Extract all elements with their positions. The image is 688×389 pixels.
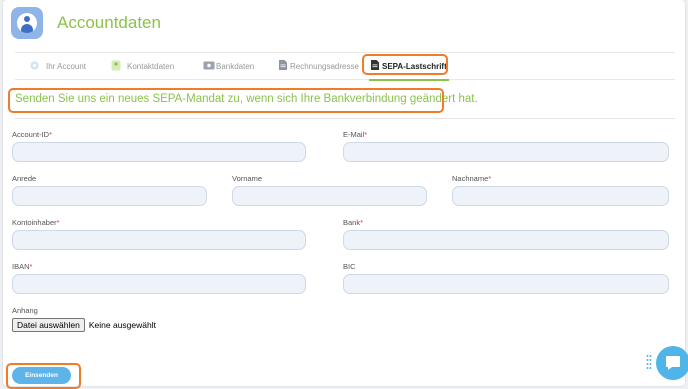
page-header: Accountdaten [11, 6, 161, 40]
document-icon [279, 60, 287, 72]
anrede-field[interactable] [12, 186, 207, 206]
tab-bar: Ihr Account Kontaktdaten Bankdaten Rechn… [15, 52, 675, 81]
email-label: E-Mail* [343, 130, 368, 139]
chat-icon[interactable] [656, 346, 688, 380]
anrede-label: Anrede [12, 174, 37, 183]
highlight-outline-submit [6, 363, 81, 389]
nachname-label: Nachname* [452, 174, 492, 183]
file-upload: Datei auswählen Keine ausgewählt [12, 318, 156, 332]
account-id-field[interactable] [12, 142, 306, 162]
iban-field[interactable] [12, 274, 306, 294]
kontoinhaber-field[interactable] [12, 230, 306, 250]
tab-label: Rechnungsadresse [290, 61, 359, 71]
kontoinhaber-label: Kontoinhaber* [12, 218, 60, 227]
tab-rechnungsadresse[interactable]: Rechnungsadresse [279, 53, 359, 79]
highlight-outline-info [8, 88, 444, 113]
gear-icon [29, 60, 40, 73]
bank-field[interactable] [343, 230, 669, 250]
iban-label: IBAN* [12, 262, 33, 271]
file-status: Keine ausgewählt [88, 320, 156, 330]
active-tab-underline [369, 79, 449, 81]
account-id-label: Account-ID* [12, 130, 53, 139]
tab-kontaktdaten[interactable]: Kontaktdaten [111, 53, 174, 79]
tab-label: Bankdaten [216, 61, 255, 71]
account-card: Accountdaten Ihr Account Kontaktdaten Ba… [3, 0, 685, 389]
email-field[interactable] [343, 142, 669, 162]
file-choose-button[interactable]: Datei auswählen [12, 318, 85, 332]
tab-bankdaten[interactable]: Bankdaten [203, 53, 254, 79]
divider [15, 118, 675, 119]
bic-field[interactable] [343, 274, 669, 294]
highlight-outline-tab [362, 54, 448, 75]
anhang-label: Anhang [12, 306, 38, 315]
user-circle-icon [11, 7, 43, 39]
tab-label: Ihr Account [46, 61, 87, 71]
bic-label: BIC [343, 262, 356, 271]
tab-label: Kontaktdaten [127, 61, 175, 71]
vorname-field[interactable] [232, 186, 427, 206]
nachname-field[interactable] [452, 186, 669, 206]
drag-handle-icon[interactable] [646, 354, 652, 370]
vorname-label: Vorname [232, 174, 263, 183]
contact-card-icon [111, 60, 121, 73]
bank-label: Bank* [343, 218, 364, 227]
tab-ihr-account[interactable]: Ihr Account [29, 53, 86, 79]
banknote-icon [203, 61, 215, 72]
page-title: Accountdaten [57, 13, 161, 32]
